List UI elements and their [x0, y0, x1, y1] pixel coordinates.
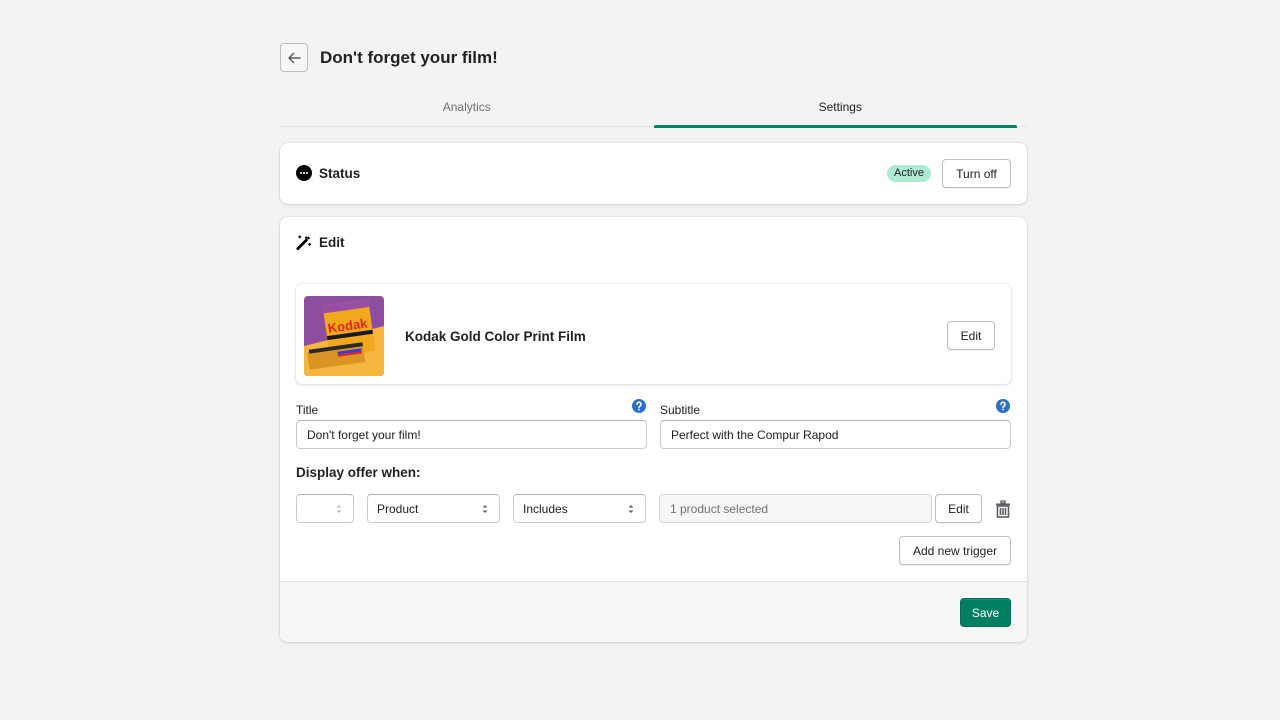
page-header: Don't forget your film!	[280, 43, 498, 72]
select-arrows-icon	[336, 505, 342, 513]
trigger-first-select[interactable]	[296, 494, 354, 523]
select-arrows-icon	[482, 505, 488, 513]
back-button[interactable]	[280, 43, 308, 72]
title-input[interactable]	[296, 420, 647, 449]
edit-card: Edit Kodak Kodak Gold Color Print Film E…	[280, 217, 1027, 642]
add-trigger-button[interactable]: Add new trigger	[899, 536, 1011, 565]
title-label: Title	[296, 403, 319, 417]
card-footer: Save	[280, 581, 1027, 642]
magic-wand-icon	[296, 234, 312, 251]
page-title: Don't forget your film!	[320, 47, 498, 67]
question-circle-icon[interactable]	[632, 399, 646, 413]
trigger-type-select[interactable]: Product	[367, 494, 500, 523]
trigger-condition-select-value: Includes	[523, 501, 568, 516]
arrow-left-icon	[288, 52, 301, 63]
subtitle-label: Subtitle	[660, 403, 701, 417]
status-heading-text: Status	[319, 165, 361, 181]
product-name: Kodak Gold Color Print Film	[405, 329, 586, 344]
edit-heading-text: Edit	[319, 234, 345, 250]
status-card: Status Active Turn off	[280, 143, 1027, 204]
tab-bar: Analytics Settings	[280, 88, 1028, 128]
status-badge: Active	[887, 165, 931, 182]
trigger-edit-button[interactable]: Edit	[935, 494, 982, 523]
question-circle-icon[interactable]	[996, 399, 1010, 413]
turn-off-button[interactable]: Turn off	[942, 159, 1011, 188]
trigger-type-select-value: Product	[377, 501, 419, 516]
product-selection-summary: 1 product selected	[659, 494, 932, 523]
save-button[interactable]: Save	[960, 598, 1011, 627]
product-edit-button[interactable]: Edit	[947, 321, 995, 350]
tab-settings[interactable]: Settings	[653, 88, 1028, 128]
edit-heading: Edit	[296, 234, 345, 251]
ellipsis-circle-icon	[296, 165, 312, 181]
select-arrows-icon	[628, 505, 634, 513]
status-heading: Status	[296, 165, 360, 181]
product-thumbnail: Kodak	[304, 296, 384, 376]
display-offer-label: Display offer when:	[296, 465, 421, 480]
product-item: Kodak Kodak Gold Color Print Film Edit	[296, 284, 1011, 384]
tab-analytics[interactable]: Analytics	[280, 88, 654, 126]
trash-icon[interactable]	[995, 500, 1011, 518]
trigger-condition-select[interactable]: Includes	[513, 494, 646, 523]
subtitle-input[interactable]	[660, 420, 1011, 449]
